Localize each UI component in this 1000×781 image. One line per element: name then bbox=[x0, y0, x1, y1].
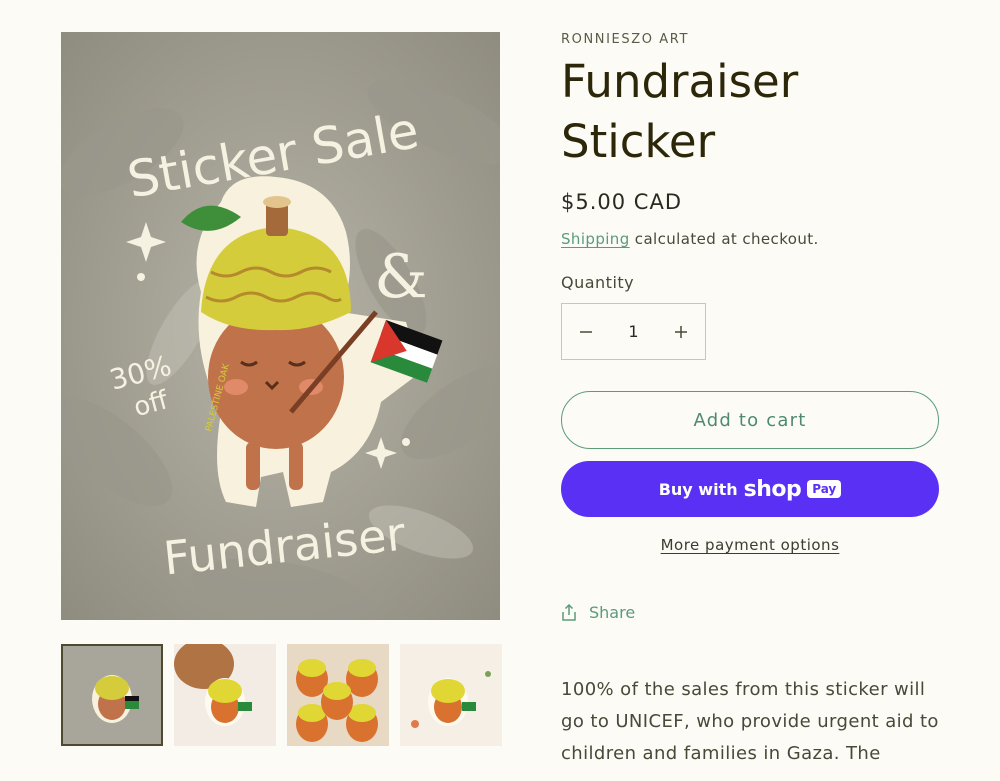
artwork-ampersand: & bbox=[374, 242, 427, 312]
thumbnail-4[interactable] bbox=[400, 644, 502, 746]
share-button[interactable]: Share bbox=[561, 603, 635, 622]
plus-icon bbox=[675, 325, 687, 338]
thumbnail-4-image bbox=[400, 644, 502, 746]
shop-pay-button[interactable]: Buy with shop Pay bbox=[561, 461, 939, 517]
thumbnail-1-image bbox=[61, 644, 163, 746]
minus-icon bbox=[580, 330, 592, 333]
shop-logo-text: shop bbox=[743, 476, 802, 502]
more-payment-options-link[interactable]: More payment options bbox=[661, 536, 840, 554]
quantity-stepper bbox=[561, 303, 706, 360]
thumbnail-3-image bbox=[287, 644, 389, 746]
thumbnail-2[interactable] bbox=[174, 644, 276, 746]
quantity-decrease-button[interactable] bbox=[562, 304, 610, 359]
pay-badge: Pay bbox=[807, 480, 842, 498]
thumbnail-2-image bbox=[174, 644, 276, 746]
thumbnail-1[interactable] bbox=[61, 644, 163, 746]
product-vendor: RONNIESZO ART bbox=[561, 32, 690, 47]
product-price: $5.00 CAD bbox=[561, 190, 682, 214]
product-description: 100% of the sales from this sticker will… bbox=[561, 679, 939, 764]
share-icon bbox=[562, 603, 576, 621]
sticker-artwork: Sticker Sale & 30% off Fundraiser PALEST… bbox=[61, 32, 500, 620]
quantity-label: Quantity bbox=[561, 273, 635, 292]
quantity-increase-button[interactable] bbox=[657, 304, 705, 359]
product-main-image[interactable]: Sticker Sale & 30% off Fundraiser PALEST… bbox=[61, 32, 500, 620]
product-title: Fundraiser Sticker bbox=[561, 55, 799, 168]
shipping-note-text: calculated at checkout. bbox=[629, 230, 819, 248]
more-payment-options: More payment options bbox=[561, 536, 939, 554]
shipping-note: Shipping calculated at checkout. bbox=[561, 230, 819, 248]
thumbnail-strip bbox=[61, 644, 502, 746]
quantity-input[interactable] bbox=[613, 322, 654, 341]
thumbnail-3[interactable] bbox=[287, 644, 389, 746]
add-to-cart-button[interactable]: Add to cart bbox=[561, 391, 939, 449]
buy-with-text: Buy with bbox=[658, 479, 738, 499]
shipping-link[interactable]: Shipping bbox=[561, 230, 630, 248]
share-label: Share bbox=[589, 603, 636, 622]
